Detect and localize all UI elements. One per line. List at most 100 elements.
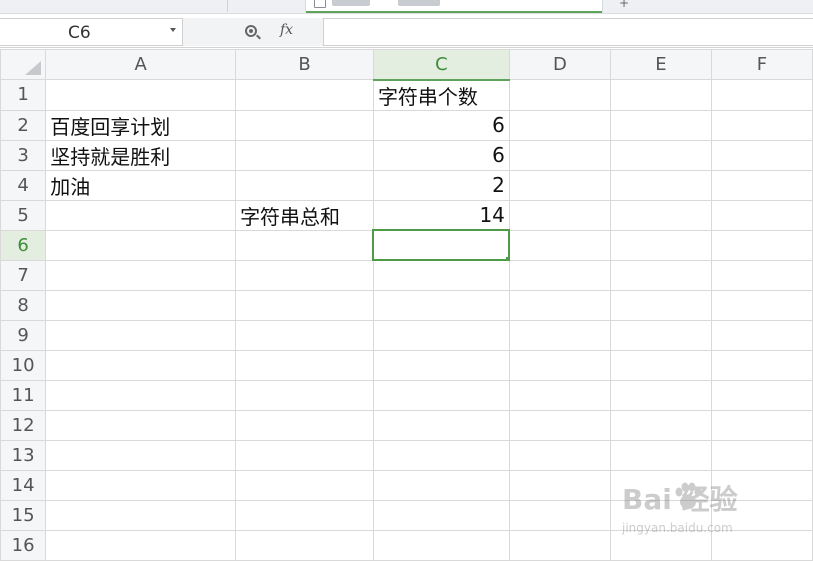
- row-header-15[interactable]: 15: [0, 499, 47, 531]
- cell-c15[interactable]: [372, 499, 510, 531]
- cell-e6[interactable]: [609, 229, 712, 261]
- cell-f9[interactable]: [710, 319, 813, 351]
- cell-d11[interactable]: [508, 379, 611, 411]
- cell-e16[interactable]: [609, 529, 712, 561]
- select-all-corner[interactable]: [0, 49, 47, 80]
- cell-b13[interactable]: [235, 439, 374, 471]
- cell-b16[interactable]: [235, 529, 374, 561]
- cell-e7[interactable]: [609, 259, 712, 291]
- cell-b9[interactable]: [235, 319, 374, 351]
- row-header-7[interactable]: 7: [0, 259, 47, 291]
- cell-c5[interactable]: 14: [372, 199, 510, 231]
- cell-e1[interactable]: [609, 79, 712, 111]
- cell-c3[interactable]: 6: [372, 139, 510, 171]
- cell-d16[interactable]: [508, 529, 611, 561]
- cell-a10[interactable]: [45, 349, 237, 381]
- cell-a5[interactable]: [45, 199, 237, 231]
- row-header-16[interactable]: 16: [0, 529, 47, 561]
- cell-e12[interactable]: [609, 409, 712, 441]
- cell-e9[interactable]: [609, 319, 712, 351]
- cell-d4[interactable]: [508, 169, 611, 201]
- cell-f4[interactable]: [710, 169, 813, 201]
- fill-handle[interactable]: [505, 256, 508, 258]
- cell-b15[interactable]: [235, 499, 374, 531]
- row-header-12[interactable]: 12: [0, 409, 47, 441]
- cell-b12[interactable]: [235, 409, 374, 441]
- row-header-10[interactable]: 10: [0, 349, 47, 381]
- cell-e4[interactable]: [609, 169, 712, 201]
- new-tab-icon[interactable]: +: [619, 0, 629, 10]
- cell-c2[interactable]: 6: [372, 109, 510, 141]
- cell-b14[interactable]: [235, 469, 374, 501]
- cell-d6[interactable]: [508, 229, 611, 261]
- formula-input[interactable]: [323, 18, 813, 46]
- cell-a14[interactable]: [45, 469, 237, 501]
- cell-a8[interactable]: [45, 289, 237, 321]
- cell-a7[interactable]: [45, 259, 237, 291]
- cell-d10[interactable]: [508, 349, 611, 381]
- cell-f5[interactable]: [710, 199, 813, 231]
- cell-c9[interactable]: [372, 319, 510, 351]
- cell-d12[interactable]: [508, 409, 611, 441]
- cell-b1[interactable]: [235, 79, 374, 111]
- cell-d9[interactable]: [508, 319, 611, 351]
- row-header-9[interactable]: 9: [0, 319, 47, 351]
- cell-d2[interactable]: [508, 109, 611, 141]
- row-header-11[interactable]: 11: [0, 379, 47, 411]
- zoom-icon[interactable]: [245, 25, 257, 37]
- cell-f8[interactable]: [710, 289, 813, 321]
- column-header-d[interactable]: D: [508, 49, 611, 80]
- cell-a13[interactable]: [45, 439, 237, 471]
- cell-c12[interactable]: [372, 409, 510, 441]
- cell-f12[interactable]: [710, 409, 813, 441]
- cell-a15[interactable]: [45, 499, 237, 531]
- cell-e2[interactable]: [609, 109, 712, 141]
- cell-a6[interactable]: [45, 229, 237, 261]
- cell-d8[interactable]: [508, 289, 611, 321]
- cell-c10[interactable]: [372, 349, 510, 381]
- column-header-a[interactable]: A: [45, 49, 237, 80]
- cell-e11[interactable]: [609, 379, 712, 411]
- row-header-5[interactable]: 5: [0, 199, 47, 231]
- column-header-f[interactable]: F: [710, 49, 813, 80]
- cell-f1[interactable]: [710, 79, 813, 111]
- cell-f14[interactable]: [710, 469, 813, 501]
- cell-b11[interactable]: [235, 379, 374, 411]
- cell-f7[interactable]: [710, 259, 813, 291]
- cell-a16[interactable]: [45, 529, 237, 561]
- name-box[interactable]: C6: [0, 18, 183, 46]
- cell-e15[interactable]: [609, 499, 712, 531]
- cell-a11[interactable]: [45, 379, 237, 411]
- row-header-14[interactable]: 14: [0, 469, 47, 501]
- cell-d5[interactable]: [508, 199, 611, 231]
- cell-b10[interactable]: [235, 349, 374, 381]
- cell-f3[interactable]: [710, 139, 813, 171]
- cell-f10[interactable]: [710, 349, 813, 381]
- column-header-b[interactable]: B: [235, 49, 374, 80]
- row-header-8[interactable]: 8: [0, 289, 47, 321]
- cell-a3[interactable]: 坚持就是胜利: [45, 139, 237, 171]
- cell-c4[interactable]: 2: [372, 169, 510, 201]
- cell-e13[interactable]: [609, 439, 712, 471]
- cell-f16[interactable]: [710, 529, 813, 561]
- cell-d15[interactable]: [508, 499, 611, 531]
- cell-d13[interactable]: [508, 439, 611, 471]
- insert-function-button[interactable]: fx: [280, 22, 293, 38]
- cell-f13[interactable]: [710, 439, 813, 471]
- column-header-e[interactable]: E: [609, 49, 712, 80]
- cell-b5[interactable]: 字符串总和: [235, 199, 374, 231]
- cell-b2[interactable]: [235, 109, 374, 141]
- cell-f11[interactable]: [710, 379, 813, 411]
- row-header-3[interactable]: 3: [0, 139, 47, 171]
- cell-a9[interactable]: [45, 319, 237, 351]
- cell-c16[interactable]: [372, 529, 510, 561]
- column-header-c[interactable]: C: [372, 49, 510, 81]
- cell-e10[interactable]: [609, 349, 712, 381]
- chevron-down-icon[interactable]: [170, 28, 176, 32]
- row-header-4[interactable]: 4: [0, 169, 47, 201]
- cell-f15[interactable]: [710, 499, 813, 531]
- cell-a12[interactable]: [45, 409, 237, 441]
- cell-c6[interactable]: [372, 229, 511, 261]
- cell-e8[interactable]: [609, 289, 712, 321]
- cell-c7[interactable]: [372, 259, 510, 291]
